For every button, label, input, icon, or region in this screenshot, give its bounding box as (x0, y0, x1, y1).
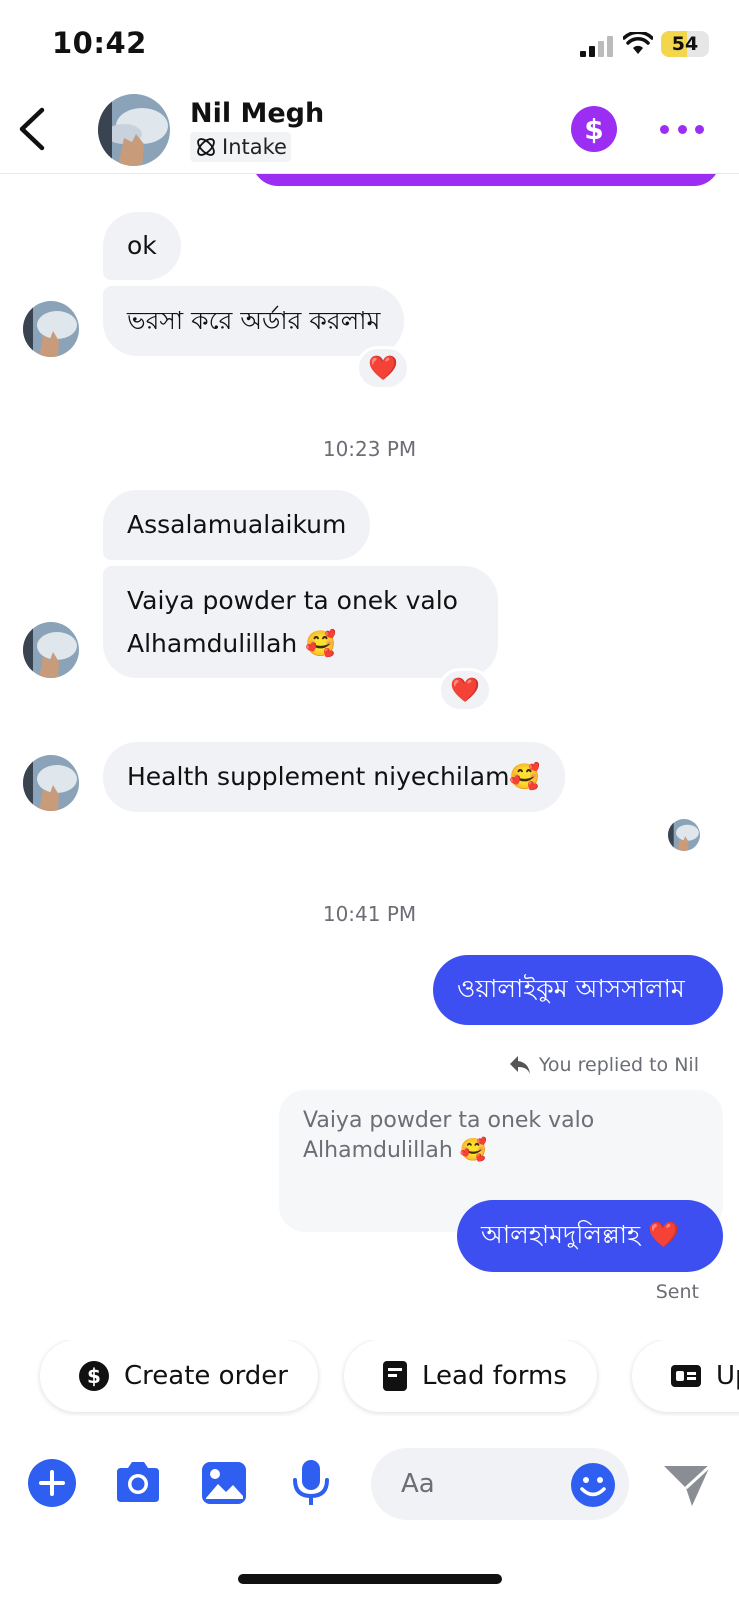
upload-chip[interactable]: Up (632, 1340, 739, 1412)
message-text: ভরসা করে অর্ডার করলাম (127, 306, 381, 335)
more-dot-icon (695, 124, 704, 134)
incoming-message[interactable]: ভরসা করে অর্ডার করলাম (103, 286, 405, 356)
chip-label: Lead forms (422, 1361, 567, 1391)
camera-icon[interactable] (113, 1458, 163, 1508)
contact-avatar-small[interactable] (23, 622, 79, 678)
read-receipt-avatar (668, 819, 700, 851)
reply-arrow-icon (509, 1056, 530, 1074)
status-bar: 10:42 54 (0, 0, 739, 90)
more-dot-icon (677, 124, 687, 134)
gallery-icon[interactable] (199, 1458, 249, 1508)
outgoing-message[interactable]: আলহামদুলিল্লাহ ❤️ (457, 1200, 723, 1272)
reply-note-text: You replied to Nil (538, 1054, 699, 1076)
emoji-icon[interactable] (570, 1462, 616, 1508)
quick-actions-bar: $ Create order Lead forms Up (0, 1340, 739, 1416)
quoted-text-line: Vaiya powder ta onek valo (303, 1108, 595, 1133)
intake-icon (197, 138, 215, 156)
incoming-message[interactable]: Assalamualaikum (103, 490, 371, 560)
contact-avatar-small[interactable] (23, 301, 79, 357)
chip-label: Create order (124, 1361, 288, 1391)
intake-label: Intake (222, 135, 287, 159)
more-options-button[interactable] (660, 114, 704, 144)
send-icon[interactable] (662, 1460, 712, 1510)
dollar-icon: $ (584, 112, 604, 146)
reply-indicator: You replied to Nil (509, 1054, 699, 1076)
form-icon (383, 1361, 407, 1391)
heart-icon: ❤️ (368, 354, 398, 382)
heart-reaction[interactable]: ❤️ (438, 668, 492, 712)
signal-icon (580, 36, 613, 57)
status-time: 10:42 (52, 26, 147, 60)
battery-indicator: 54 (661, 31, 709, 57)
lead-forms-chip[interactable]: Lead forms (344, 1340, 597, 1412)
battery-percent: 54 (671, 33, 699, 55)
incoming-message[interactable]: Health supplement niyechilam🥰 (103, 742, 565, 812)
sent-status: Sent (655, 1281, 699, 1303)
chat-header: Nil Megh Intake $ (0, 90, 739, 174)
incoming-message[interactable]: ok (103, 212, 181, 280)
home-indicator (238, 1574, 502, 1584)
message-text-line: Alhamdulillah 🥰 (127, 629, 337, 658)
contact-name[interactable]: Nil Megh (190, 98, 324, 129)
more-dot-icon (660, 124, 669, 134)
id-card-icon (671, 1365, 701, 1387)
chip-label: Up (716, 1361, 739, 1391)
contact-avatar[interactable] (98, 94, 170, 166)
message-text: ok (127, 231, 157, 260)
message-text: Assalamualaikum (127, 510, 347, 539)
microphone-icon[interactable] (286, 1458, 336, 1508)
contact-avatar-small[interactable] (23, 755, 79, 811)
message-text: ওয়ালাইকুম আসসালাম (457, 973, 685, 1003)
payments-button[interactable]: $ (571, 106, 617, 152)
dollar-circle-icon: $ (79, 1361, 109, 1391)
message-text: আলহামদুলিল্লাহ ❤️ (481, 1219, 680, 1249)
heart-reaction[interactable]: ❤️ (356, 346, 410, 390)
wifi-icon (623, 32, 653, 54)
outgoing-message[interactable]: ওয়ালাইকুম আসসালাম (433, 955, 723, 1025)
timestamp: 10:41 PM (322, 902, 417, 926)
plus-icon[interactable] (27, 1458, 77, 1508)
quoted-text-line: Alhamdulillah 🥰 (303, 1138, 488, 1163)
create-order-chip[interactable]: $ Create order (40, 1340, 318, 1412)
svg-text:$: $ (87, 1364, 101, 1388)
composer-bar (0, 1440, 739, 1530)
intake-label-tag[interactable]: Intake (190, 132, 291, 162)
timestamp: 10:23 PM (322, 437, 417, 461)
incoming-message[interactable]: Vaiya powder ta onek valo Alhamdulillah … (103, 566, 498, 678)
message-text: Health supplement niyechilam🥰 (127, 762, 541, 791)
back-button[interactable] (12, 104, 52, 154)
message-text-line: Vaiya powder ta onek valo (127, 586, 458, 615)
heart-icon: ❤️ (450, 676, 480, 704)
